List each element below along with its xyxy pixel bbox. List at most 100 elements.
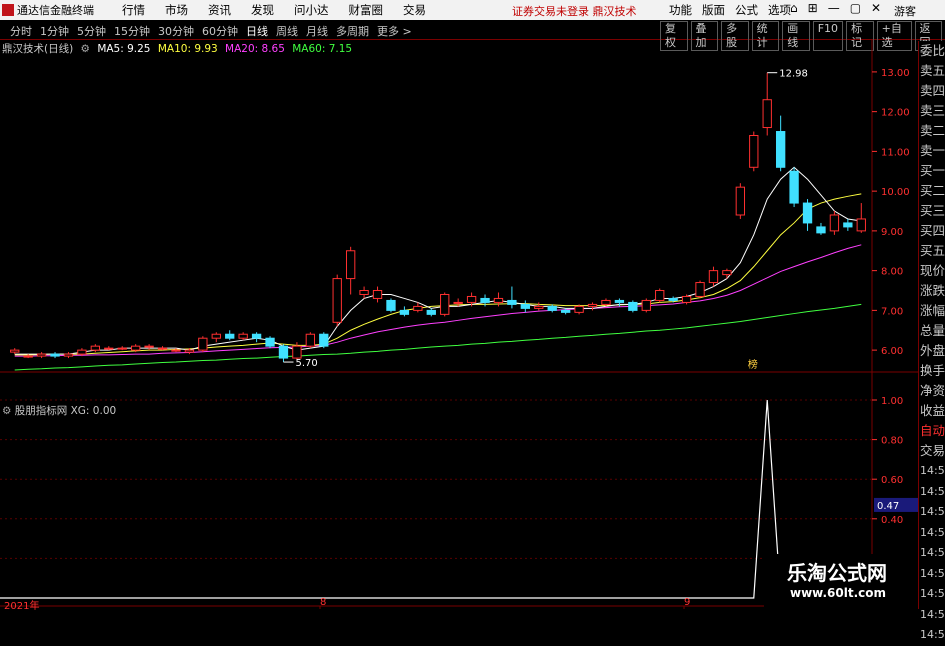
sub-tick-label: 0.80	[881, 436, 903, 447]
candle-body	[466, 295, 477, 303]
y-tick-label: 7.00	[881, 306, 903, 317]
period-tick[interactable]: 分时	[6, 23, 36, 39]
period-30min[interactable]: 30分钟	[154, 23, 198, 39]
sidebar-item: 涨幅	[920, 303, 945, 318]
sidebar-item: 买一	[920, 163, 945, 178]
candle-body	[426, 309, 436, 315]
kline-chart[interactable]: 13.00 12.00 11.00 10.00 9.00 8.00 7.00 6.00 1.0…	[0, 40, 918, 609]
quote-sidebar: 委比 卖五 卖四 卖三 卖二 卖一 买一 买二 买三 买四 买五 现价 涨跌 涨…	[918, 41, 945, 641]
current-value-label: 0.47	[877, 501, 899, 512]
candle-body	[36, 353, 47, 357]
x-label-aug: 8	[320, 597, 327, 608]
candle-body	[802, 202, 813, 224]
period-toolbar: 分时 1分钟 5分钟 15分钟 30分钟 60分钟 日线 周线 月线 多周期 更…	[0, 20, 945, 51]
candle-body	[251, 333, 262, 339]
period-1min[interactable]: 1分钟	[36, 23, 73, 39]
menu-item-quotes[interactable]: 行情	[112, 2, 155, 18]
candle-body	[628, 301, 638, 311]
period-60min[interactable]: 60分钟	[198, 23, 242, 39]
candle-body	[480, 297, 490, 303]
xg-line	[0, 399, 862, 599]
sub-indicator-label: 股朋指标网 XG: 0.00	[14, 405, 117, 417]
candle-body	[789, 170, 799, 204]
period-month[interactable]: 月线	[302, 23, 332, 39]
candle-body	[292, 345, 302, 359]
candle-body	[762, 99, 772, 129]
trade-link[interactable]: 交易	[919, 441, 945, 461]
maximize-icon[interactable]: ▢	[850, 1, 861, 15]
auto-trade-link[interactable]: 自动	[919, 421, 945, 441]
sidebar-item: 委比	[920, 43, 945, 58]
menu-item-news[interactable]: 资讯	[198, 2, 241, 18]
guest-label[interactable]: 游客	[894, 3, 916, 19]
y-tick-label: 8.00	[881, 267, 903, 278]
ma60-line	[14, 303, 862, 371]
menu-item-function[interactable]: 功能	[664, 2, 697, 18]
y-tick-label: 11.00	[881, 147, 910, 158]
ma20-line	[14, 244, 862, 357]
candle-body	[305, 333, 316, 347]
period-week[interactable]: 周线	[272, 23, 302, 39]
menu-item-formula[interactable]: 公式	[730, 2, 763, 18]
y-tick-label: 13.00	[881, 68, 910, 79]
candle-body	[171, 349, 181, 352]
minimize-icon[interactable]: —	[828, 1, 840, 15]
period-5min[interactable]: 5分钟	[73, 23, 110, 39]
x-label-year: 2021年	[4, 601, 40, 612]
candle-body	[211, 333, 221, 339]
menu-item-wealth[interactable]: 财富圈	[339, 2, 394, 18]
candle-body	[775, 131, 786, 168]
sidebar-item: 买二	[920, 183, 945, 198]
sidebar-item: 净资	[920, 383, 945, 398]
sidebar-item: 买三	[920, 203, 945, 218]
candle-body	[829, 214, 840, 232]
app-title: 通达信金融终端	[2, 3, 94, 17]
candle-body	[50, 353, 60, 357]
candle-body	[238, 333, 248, 339]
candle-body	[104, 347, 114, 350]
menu-item-layout[interactable]: 版面	[697, 2, 730, 18]
period-day[interactable]: 日线	[242, 23, 272, 39]
y-tick-label: 12.00	[881, 108, 910, 119]
ma5-line	[14, 166, 862, 355]
sub-settings-icon[interactable]: ⚙	[2, 405, 11, 417]
low-label: 5.70	[295, 358, 317, 369]
trade-time: 14:56	[920, 587, 945, 600]
candle-body	[668, 297, 678, 301]
candle-body	[413, 305, 423, 311]
candle-body	[587, 303, 598, 307]
candle-body	[184, 349, 195, 353]
close-icon[interactable]: ✕	[871, 1, 881, 15]
candle-body	[117, 347, 127, 350]
period-15min[interactable]: 15分钟	[110, 23, 154, 39]
grid-icon[interactable]: ⊞	[808, 1, 818, 15]
menu-item-discover[interactable]: 发现	[241, 2, 284, 18]
sidebar-item: 总量	[920, 323, 945, 338]
candle-body	[23, 355, 33, 358]
menu-item-market[interactable]: 市场	[155, 2, 198, 18]
candle-body	[144, 345, 154, 348]
candle-body	[601, 299, 611, 305]
login-status[interactable]: 证券交易未登录 鼎汉技术	[512, 3, 637, 19]
watermark-url: www.60lt.com	[790, 586, 887, 600]
candle-body	[130, 345, 141, 351]
candle-body	[345, 250, 356, 280]
menu-item-trade[interactable]: 交易	[393, 2, 436, 18]
y-tick-label: 6.00	[881, 346, 903, 357]
sidebar-item: 卖五	[920, 63, 945, 78]
period-more[interactable]: 更多 >	[373, 23, 416, 39]
sub-tick-label: 0.40	[881, 515, 903, 526]
candle-body	[359, 290, 369, 295]
sidebar-item: 卖一	[920, 143, 945, 158]
candle-body	[319, 333, 329, 347]
app-title-text: 通达信金融终端	[17, 4, 94, 17]
candle-body	[157, 347, 168, 350]
candle-body	[493, 297, 504, 303]
period-multi[interactable]: 多周期	[332, 23, 373, 39]
candle-body	[574, 305, 584, 313]
home-icon[interactable]: ⌂	[790, 1, 798, 15]
candle-body	[507, 299, 517, 305]
trade-time: 14:56	[920, 484, 945, 498]
menu-item-ask[interactable]: 问小达	[284, 2, 339, 18]
candle-body	[77, 349, 87, 355]
